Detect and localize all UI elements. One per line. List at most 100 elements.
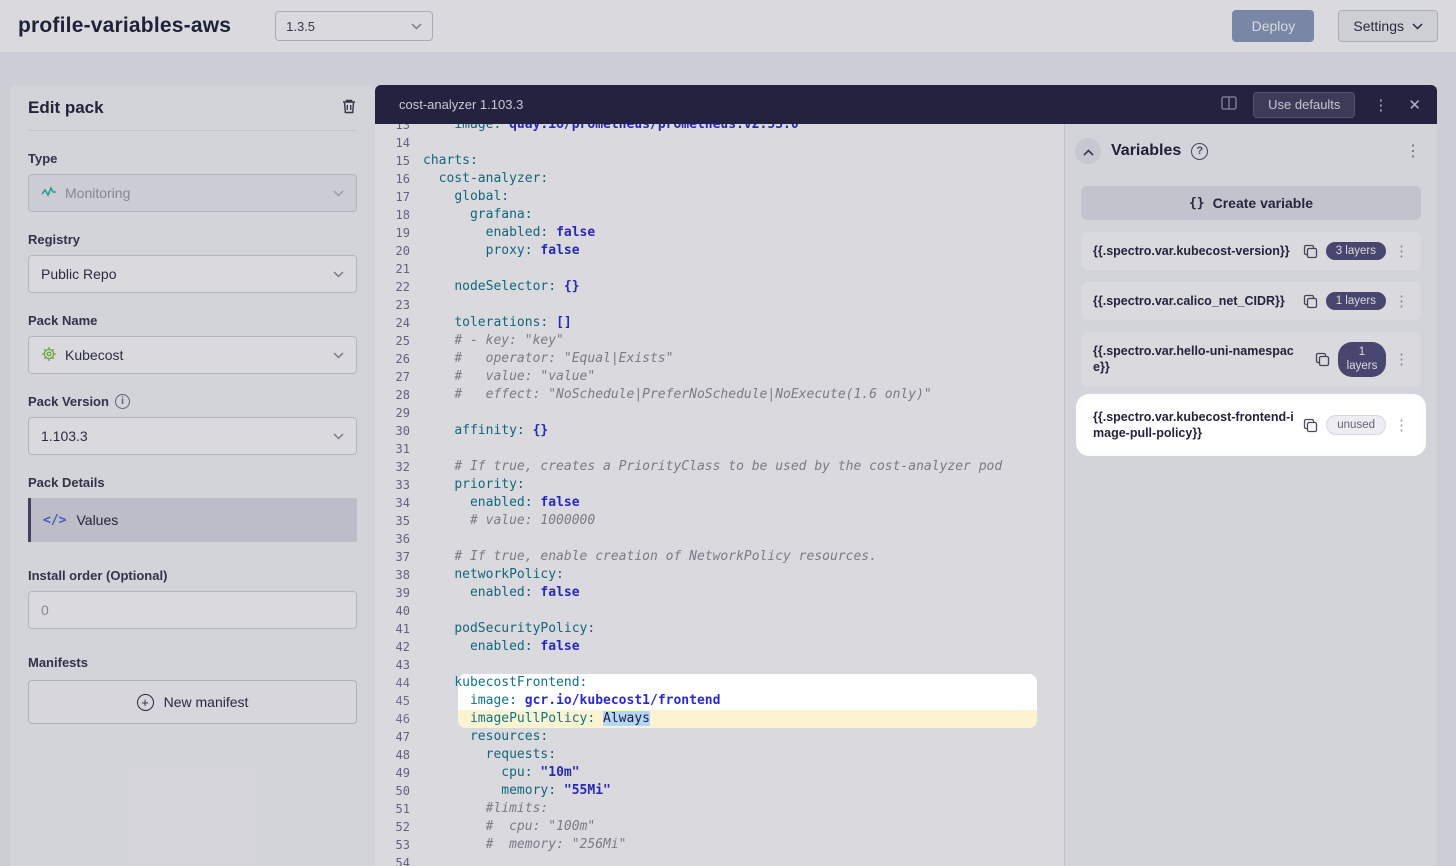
deploy-button[interactable]: Deploy <box>1232 10 1314 42</box>
code-line[interactable]: 51 #limits: <box>375 800 1064 818</box>
line-text: # - key: "key" <box>423 332 564 350</box>
line-text: #limits: <box>423 800 548 818</box>
variable-card[interactable]: {{.spectro.var.hello-uni-namespace}}1 la… <box>1081 332 1421 387</box>
line-number: 31 <box>375 440 423 458</box>
code-line[interactable]: 31 <box>375 440 1064 458</box>
code-line[interactable]: 15charts: <box>375 152 1064 170</box>
monitoring-icon <box>41 185 57 201</box>
code-line[interactable]: 26 # operator: "Equal|Exists" <box>375 350 1064 368</box>
code-line[interactable]: 49 cpu: "10m" <box>375 764 1064 782</box>
code-line[interactable]: 37 # If true, enable creation of Network… <box>375 548 1064 566</box>
line-text: # value: "value" <box>423 368 595 386</box>
collapse-panel-button[interactable] <box>1075 138 1101 164</box>
code-line[interactable]: 23 <box>375 296 1064 314</box>
variable-menu-icon[interactable]: ⋮ <box>1394 242 1409 260</box>
line-number: 44 <box>375 674 423 692</box>
code-line[interactable]: 13 image: quay.io/prometheus/prometheus:… <box>375 124 1064 134</box>
code-line[interactable]: 19 enabled: false <box>375 224 1064 242</box>
code-line[interactable]: 34 enabled: false <box>375 494 1064 512</box>
pack-version-label: Pack Version i <box>28 394 357 409</box>
code-line[interactable]: 43 <box>375 656 1064 674</box>
code-line[interactable]: 40 <box>375 602 1064 620</box>
use-defaults-button[interactable]: Use defaults <box>1253 92 1355 118</box>
create-variable-button[interactable]: {} Create variable <box>1081 186 1421 220</box>
type-label: Type <box>28 151 357 166</box>
code-line[interactable]: 41 podSecurityPolicy: <box>375 620 1064 638</box>
code-line[interactable]: 30 affinity: {} <box>375 422 1064 440</box>
variables-title: Variables <box>1111 142 1181 160</box>
profile-title: profile-variables-aws <box>18 14 231 38</box>
code-line[interactable]: 18 grafana: <box>375 206 1064 224</box>
chevron-down-icon <box>411 23 422 30</box>
code-line[interactable]: 54 <box>375 854 1064 866</box>
close-icon[interactable]: ✕ <box>1406 96 1423 114</box>
code-line[interactable]: 27 # value: "value" <box>375 368 1064 386</box>
copy-icon[interactable] <box>1315 352 1330 367</box>
copy-icon[interactable] <box>1303 294 1318 309</box>
code-line[interactable]: 32 # If true, creates a PriorityClass to… <box>375 458 1064 476</box>
registry-select[interactable]: Public Repo <box>28 255 357 293</box>
code-line[interactable]: 50 memory: "55Mi" <box>375 782 1064 800</box>
code-line[interactable]: 16 cost-analyzer: <box>375 170 1064 188</box>
code-line[interactable]: 21 <box>375 260 1064 278</box>
code-line[interactable]: 14 <box>375 134 1064 152</box>
line-text: kubecostFrontend: <box>423 674 587 692</box>
line-number: 33 <box>375 476 423 494</box>
editor-menu-icon[interactable]: ⋮ <box>1371 96 1390 114</box>
line-number: 48 <box>375 746 423 764</box>
code-line[interactable]: 33 priority: <box>375 476 1064 494</box>
variable-card[interactable]: {{.spectro.var.kubecost-version}}3 layer… <box>1081 232 1421 270</box>
copy-icon[interactable] <box>1303 418 1318 433</box>
code-line[interactable]: 17 global: <box>375 188 1064 206</box>
code-line[interactable]: 38 networkPolicy: <box>375 566 1064 584</box>
variable-usage-badge: 3 layers <box>1326 242 1386 260</box>
line-number: 30 <box>375 422 423 440</box>
split-view-button[interactable] <box>1221 96 1237 113</box>
code-line[interactable]: 52 # cpu: "100m" <box>375 818 1064 836</box>
profile-version-select[interactable]: 1.3.5 <box>275 11 433 41</box>
code-line[interactable]: 36 <box>375 530 1064 548</box>
install-order-input[interactable] <box>28 591 357 629</box>
variables-menu-icon[interactable]: ⋮ <box>1399 140 1427 162</box>
code-line[interactable]: 46 imagePullPolicy: Always <box>375 710 1064 728</box>
code-line[interactable]: 48 requests: <box>375 746 1064 764</box>
line-number: 20 <box>375 242 423 260</box>
copy-icon[interactable] <box>1303 244 1318 259</box>
line-text: imagePullPolicy: Always <box>423 710 650 728</box>
line-text: enabled: false <box>423 224 595 242</box>
line-number: 14 <box>375 134 423 152</box>
delete-pack-button[interactable] <box>341 98 357 118</box>
pack-details-values-item[interactable]: </> Values <box>28 498 357 542</box>
variable-menu-icon[interactable]: ⋮ <box>1394 350 1409 368</box>
code-line[interactable]: 35 # value: 1000000 <box>375 512 1064 530</box>
line-number: 50 <box>375 782 423 800</box>
line-number: 21 <box>375 260 423 278</box>
code-line[interactable]: 22 nodeSelector: {} <box>375 278 1064 296</box>
line-number: 24 <box>375 314 423 332</box>
code-line[interactable]: 42 enabled: false <box>375 638 1064 656</box>
new-manifest-button[interactable]: + New manifest <box>28 680 357 724</box>
code-editor[interactable]: 13 image: quay.io/prometheus/prometheus:… <box>375 124 1064 866</box>
code-line[interactable]: 24 tolerations: [] <box>375 314 1064 332</box>
help-icon[interactable]: ? <box>1191 143 1208 160</box>
editor-header-actions: Use defaults ⋮ ✕ <box>1221 92 1423 118</box>
variable-menu-icon[interactable]: ⋮ <box>1394 416 1409 434</box>
code-line[interactable]: 28 # effect: "NoSchedule|PreferNoSchedul… <box>375 386 1064 404</box>
settings-button[interactable]: Settings <box>1338 10 1438 42</box>
variable-card[interactable]: {{.spectro.var.calico_net_CIDR}}1 layers… <box>1081 282 1421 320</box>
code-line[interactable]: 20 proxy: false <box>375 242 1064 260</box>
line-number: 42 <box>375 638 423 656</box>
code-line[interactable]: 45 image: gcr.io/kubecost1/frontend <box>375 692 1064 710</box>
variable-menu-icon[interactable]: ⋮ <box>1394 292 1409 310</box>
pack-name-select[interactable]: Kubecost <box>28 336 357 374</box>
code-line[interactable]: 25 # - key: "key" <box>375 332 1064 350</box>
code-line[interactable]: 29 <box>375 404 1064 422</box>
code-line[interactable]: 53 # memory: "256Mi" <box>375 836 1064 854</box>
pack-version-select[interactable]: 1.103.3 <box>28 417 357 455</box>
line-number: 37 <box>375 548 423 566</box>
type-select[interactable]: Monitoring <box>28 174 357 212</box>
code-line[interactable]: 44 kubecostFrontend: <box>375 674 1064 692</box>
code-line[interactable]: 39 enabled: false <box>375 584 1064 602</box>
variable-card[interactable]: {{.spectro.var.kubecost-frontend-image-p… <box>1081 399 1421 452</box>
code-line[interactable]: 47 resources: <box>375 728 1064 746</box>
